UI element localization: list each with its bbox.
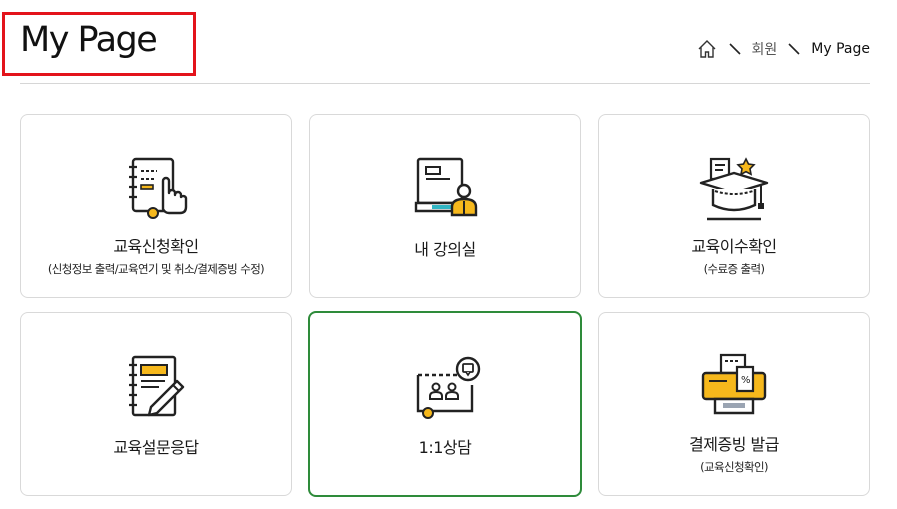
notebook-pencil-icon — [119, 351, 193, 425]
page-title: My Page — [20, 20, 158, 60]
card-label: 교육이수확인 — [691, 237, 777, 256]
card-course-application[interactable]: 교육신청확인 (신청정보 출력/교육연기 및 취소/결제증빙 수정) — [20, 114, 292, 298]
card-sublabel: (신청정보 출력/교육연기 및 취소/결제증빙 수정) — [47, 262, 265, 276]
card-label: 교육설문응답 — [113, 438, 199, 457]
card-label: 내 강의실 — [414, 240, 476, 259]
card-label: 1:1상담 — [418, 438, 472, 457]
breadcrumb-item-mypage: My Page — [811, 41, 870, 57]
header-divider — [20, 83, 870, 84]
receipt-printer-icon: % — [697, 351, 771, 425]
card-sublabel: (수료증 출력) — [703, 262, 765, 276]
card-course-survey[interactable]: 교육설문응답 — [20, 312, 292, 496]
card-payment-receipt[interactable]: % 결제증빙 발급 (교육신청확인) — [598, 312, 870, 496]
card-label: 교육신청확인 — [113, 237, 199, 256]
home-icon[interactable] — [696, 38, 718, 60]
svg-text:%: % — [741, 375, 751, 386]
graduation-cap-icon — [697, 153, 771, 227]
classroom-icon — [408, 153, 482, 227]
card-one-on-one-consultation[interactable]: 1:1상담 — [308, 311, 582, 497]
card-sublabel: (교육신청확인) — [700, 460, 768, 474]
consultation-board-icon — [408, 351, 482, 425]
breadcrumb-item-member[interactable]: 회원 — [752, 39, 778, 59]
card-label: 결제증빙 발급 — [689, 435, 779, 454]
breadcrumb: 회원 My Page — [696, 36, 870, 62]
card-my-classroom[interactable]: 내 강의실 — [309, 114, 581, 298]
breadcrumb-separator-icon — [781, 42, 807, 56]
breadcrumb-separator-icon — [722, 42, 748, 56]
planner-hand-icon — [119, 153, 193, 227]
card-course-completion[interactable]: 교육이수확인 (수료증 출력) — [598, 114, 870, 298]
